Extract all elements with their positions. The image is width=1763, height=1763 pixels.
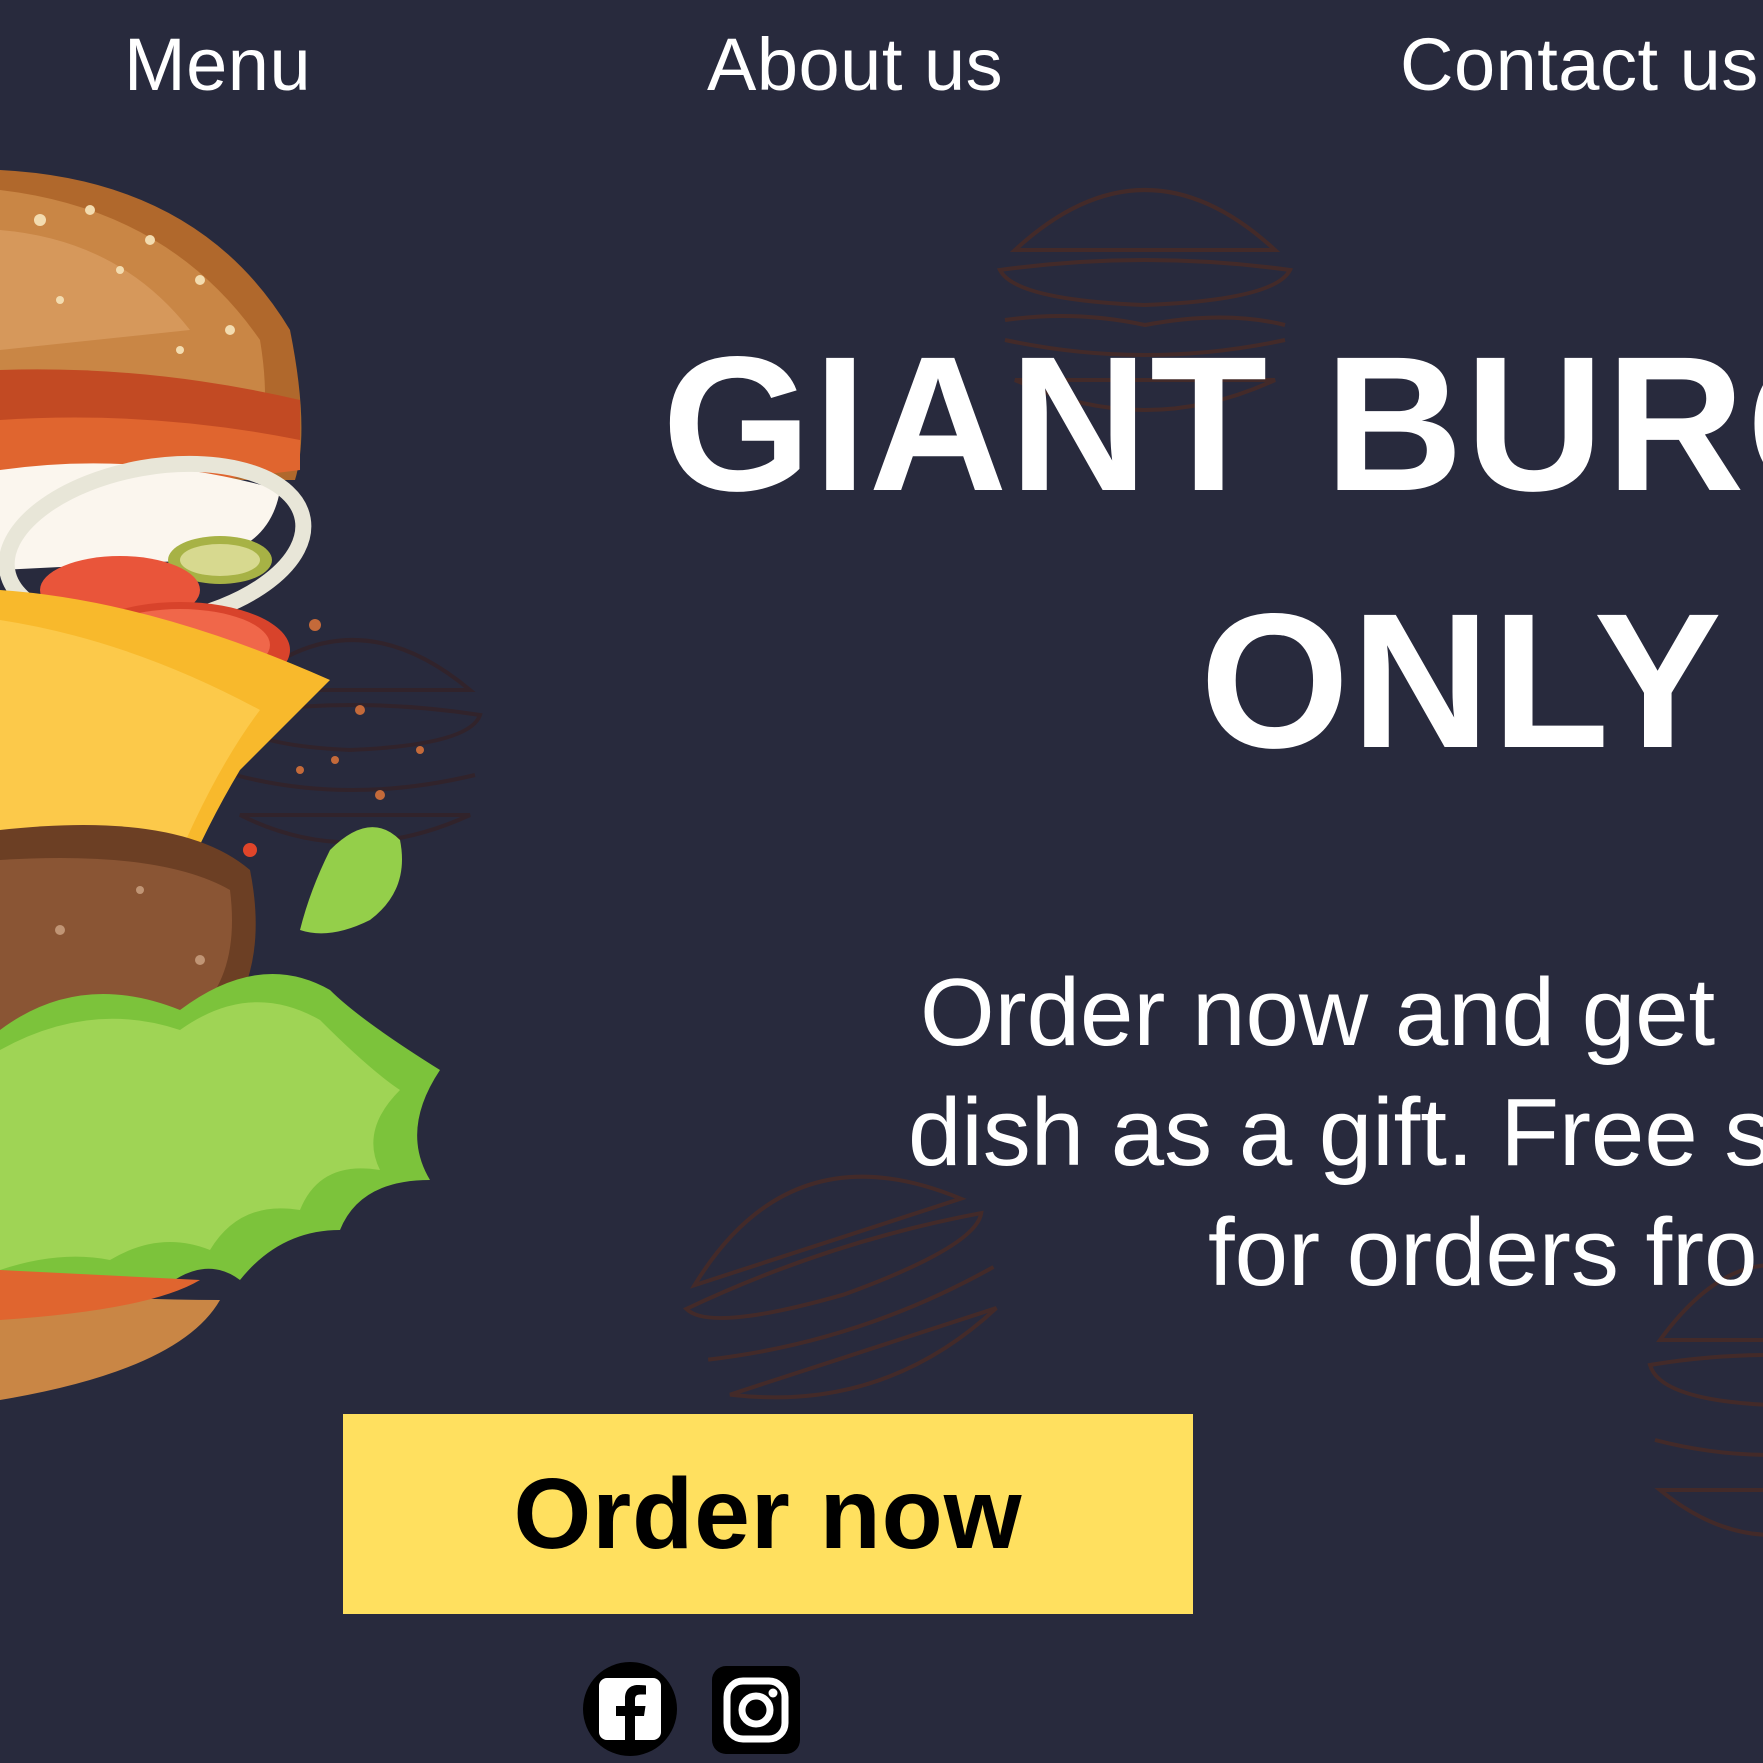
hero-subtitle-line: for orders fro [1208,1199,1758,1306]
landing-page: Menu About us Contact us GIANT BUR ONLY … [0,0,1763,1763]
instagram-icon[interactable] [710,1662,804,1756]
hero-subtitle-line: Order now and get [920,959,1716,1066]
facebook-icon[interactable] [583,1662,677,1756]
nav-menu-link[interactable]: Menu [124,22,311,107]
hero-headline-line1: GIANT BURG [662,316,1763,531]
order-now-button[interactable]: Order now [343,1414,1193,1614]
nav-contact-link[interactable]: Contact us [1400,22,1759,107]
hero-subtitle-line: dish as a gift. Free s [908,1079,1763,1186]
hero-headline-line2: ONLY [1200,573,1724,788]
burger-illustration [0,170,440,1400]
nav-about-link[interactable]: About us [707,22,1003,107]
